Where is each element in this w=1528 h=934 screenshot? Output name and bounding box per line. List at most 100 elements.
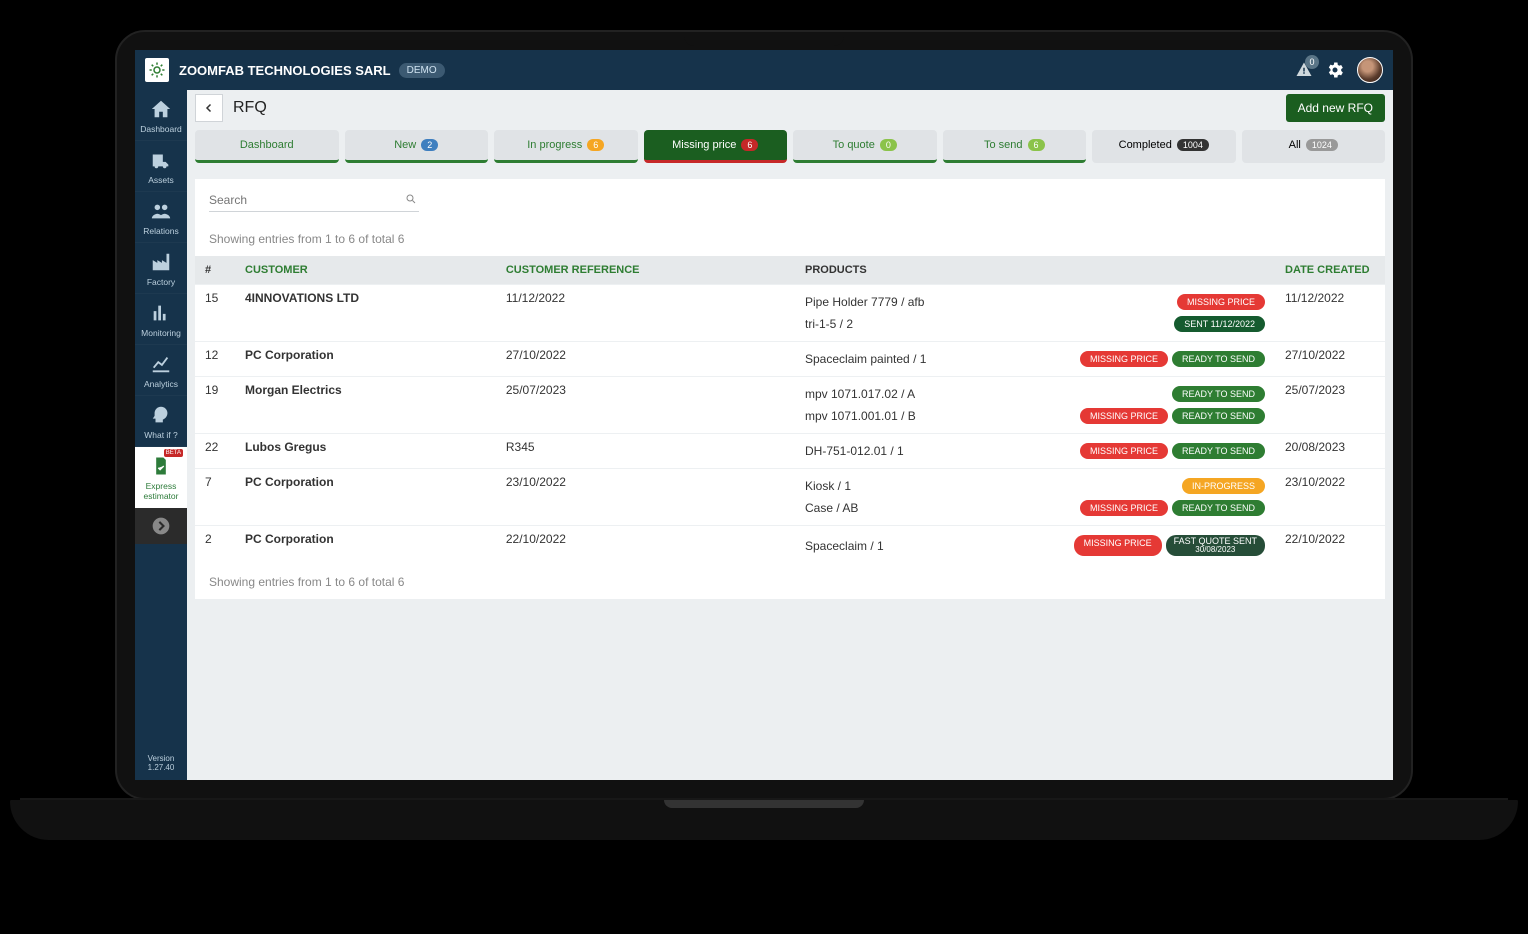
add-rfq-button[interactable]: Add new RFQ <box>1286 94 1385 122</box>
col-products[interactable]: PRODUCTS <box>795 256 1275 285</box>
cell-products: Pipe Holder 7779 / afbMISSING PRICEtri-1… <box>795 285 1275 342</box>
demo-badge: DEMO <box>399 63 445 78</box>
cell-products: Spaceclaim painted / 1MISSING PRICEREADY… <box>795 342 1275 377</box>
data-card: Showing entries from 1 to 6 of total 6 #… <box>195 179 1385 599</box>
alerts-button[interactable]: 0 <box>1295 61 1313 79</box>
sidebar-item-whatif[interactable]: What if ? <box>135 396 187 447</box>
avatar[interactable] <box>1357 57 1383 83</box>
table-row[interactable]: 7PC Corporation23/10/2022Kiosk / 1IN-PRO… <box>195 469 1385 526</box>
product-line: Spaceclaim painted / 1MISSING PRICEREADY… <box>805 348 1265 370</box>
topbar: ZOOMFAB TECHNOLOGIES SARL DEMO 0 <box>135 50 1393 90</box>
sidebar-item-dashboard[interactable]: Dashboard <box>135 90 187 141</box>
cell-id: 2 <box>195 526 235 566</box>
tab-to-send[interactable]: To send 6 <box>943 130 1087 163</box>
tab-all[interactable]: All 1024 <box>1242 130 1386 163</box>
entries-summary-bottom: Showing entries from 1 to 6 of total 6 <box>195 565 1385 599</box>
badge-group: MISSING PRICEREADY TO SEND <box>1080 500 1265 516</box>
product-name: mpv 1071.017.02 / A <box>805 387 915 401</box>
search-input[interactable] <box>209 189 419 212</box>
bars-icon <box>150 302 172 324</box>
cell-id: 19 <box>195 377 235 434</box>
logo[interactable] <box>145 58 169 82</box>
sidebar-item-analytics[interactable]: Analytics <box>135 345 187 396</box>
badge-group: SENT 11/12/2022 <box>1174 316 1265 332</box>
status-badge: MISSING PRICE <box>1080 443 1168 459</box>
settings-button[interactable] <box>1325 60 1345 80</box>
product-line: mpv 1071.001.01 / B MISSING PRICEREADY TO… <box>805 405 1265 427</box>
product-name: DH-751-012.01 / 1 <box>805 444 904 458</box>
badge-group: MISSING PRICEREADY TO SEND <box>1080 408 1265 424</box>
sidebar-item-label: Express estimator <box>135 481 187 501</box>
status-tabs: Dashboard New 2 In progress 6 Missing pr… <box>187 126 1393 171</box>
table-row[interactable]: 154INNOVATIONS LTD11/12/2022Pipe Holder … <box>195 285 1385 342</box>
table-row[interactable]: 19Morgan Electrics25/07/2023mpv 1071.017… <box>195 377 1385 434</box>
col-num[interactable]: # <box>195 256 235 285</box>
col-date[interactable]: DATE CREATED <box>1275 256 1385 285</box>
cell-customer: 4INNOVATIONS LTD <box>235 285 496 342</box>
product-name: Spaceclaim painted / 1 <box>805 352 926 366</box>
product-name: Case / AB <box>805 501 858 515</box>
product-name: tri-1-5 / 2 <box>805 317 853 331</box>
sidebar-item-label: Dashboard <box>140 124 182 134</box>
cell-date: 11/12/2022 <box>1275 285 1385 342</box>
product-name: mpv 1071.001.01 / B <box>805 409 916 423</box>
main-content: RFQ Add new RFQ Dashboard New 2 In progr… <box>187 90 1393 780</box>
sidebar-expand-button[interactable] <box>135 508 187 544</box>
cell-date: 27/10/2022 <box>1275 342 1385 377</box>
company-name: ZOOMFAB TECHNOLOGIES SARL <box>179 63 391 78</box>
back-button[interactable] <box>195 94 223 122</box>
screen: ZOOMFAB TECHNOLOGIES SARL DEMO 0 Dashboa… <box>135 50 1393 780</box>
search-icon <box>405 193 417 208</box>
sidebar-item-factory[interactable]: Factory <box>135 243 187 294</box>
sidebar-item-express-estimator[interactable]: BETA Express estimator <box>135 447 187 508</box>
sidebar-item-label: Analytics <box>144 379 178 389</box>
table-row[interactable]: 12PC Corporation27/10/2022Spaceclaim pai… <box>195 342 1385 377</box>
people-icon <box>150 200 172 222</box>
status-badge: READY TO SEND <box>1172 500 1265 516</box>
status-badge: MISSING PRICE <box>1080 351 1168 367</box>
tab-completed[interactable]: Completed 1004 <box>1092 130 1236 163</box>
status-badge: SENT 11/12/2022 <box>1174 316 1265 332</box>
cell-id: 22 <box>195 434 235 469</box>
gear-icon <box>148 61 166 79</box>
cell-id: 15 <box>195 285 235 342</box>
factory-icon <box>150 251 172 273</box>
product-name: Kiosk / 1 <box>805 479 851 493</box>
table-row[interactable]: 22Lubos GregusR345DH-751-012.01 / 1MISSI… <box>195 434 1385 469</box>
tab-dashboard[interactable]: Dashboard <box>195 130 339 163</box>
cell-reference: 22/10/2022 <box>496 526 795 566</box>
sidebar-item-monitoring[interactable]: Monitoring <box>135 294 187 345</box>
tab-to-quote[interactable]: To quote 0 <box>793 130 937 163</box>
tab-missing-price[interactable]: Missing price 6 <box>644 130 788 163</box>
cell-products: mpv 1071.017.02 / A READY TO SEND mpv 1071… <box>795 377 1275 434</box>
sidebar-item-assets[interactable]: Assets <box>135 141 187 192</box>
product-line: DH-751-012.01 / 1 MISSING PRICEREADY TO S… <box>805 440 1265 462</box>
table-row[interactable]: 2PC Corporation22/10/2022Spaceclaim / 1M… <box>195 526 1385 566</box>
sidebar-item-label: Assets <box>148 175 174 185</box>
status-badge: READY TO SEND <box>1172 386 1265 402</box>
cell-products: Kiosk / 1 IN-PROGRESS Case / AB MISSING PRI… <box>795 469 1275 526</box>
cell-reference: R345 <box>496 434 795 469</box>
product-line: Spaceclaim / 1 MISSING PRICEFAST QUOTE SE… <box>805 532 1265 559</box>
col-reference[interactable]: CUSTOMER REFERENCE <box>496 256 795 285</box>
status-badge: MISSING PRICE <box>1074 535 1162 556</box>
product-name: Pipe Holder 7779 / afb <box>805 295 924 309</box>
status-badge: IN-PROGRESS <box>1182 478 1265 494</box>
status-badge: MISSING PRICE <box>1080 408 1168 424</box>
beta-badge: BETA <box>164 449 183 457</box>
col-customer[interactable]: CUSTOMER <box>235 256 496 285</box>
cell-products: Spaceclaim / 1 MISSING PRICEFAST QUOTE SE… <box>795 526 1275 566</box>
cell-customer: PC Corporation <box>235 342 496 377</box>
tab-new[interactable]: New 2 <box>345 130 489 163</box>
tab-in-progress[interactable]: In progress 6 <box>494 130 638 163</box>
product-name: Spaceclaim / 1 <box>805 539 884 553</box>
badge-group: MISSING PRICEFAST QUOTE SENT30/08/2023 <box>1074 535 1265 556</box>
cell-customer: Morgan Electrics <box>235 377 496 434</box>
cell-customer: PC Corporation <box>235 469 496 526</box>
notch <box>684 32 844 46</box>
home-icon <box>150 98 172 120</box>
page-header: RFQ Add new RFQ <box>187 90 1393 126</box>
cell-date: 23/10/2022 <box>1275 469 1385 526</box>
sidebar-item-relations[interactable]: Relations <box>135 192 187 243</box>
badge-group: MISSING PRICEREADY TO SEND <box>1080 443 1265 459</box>
